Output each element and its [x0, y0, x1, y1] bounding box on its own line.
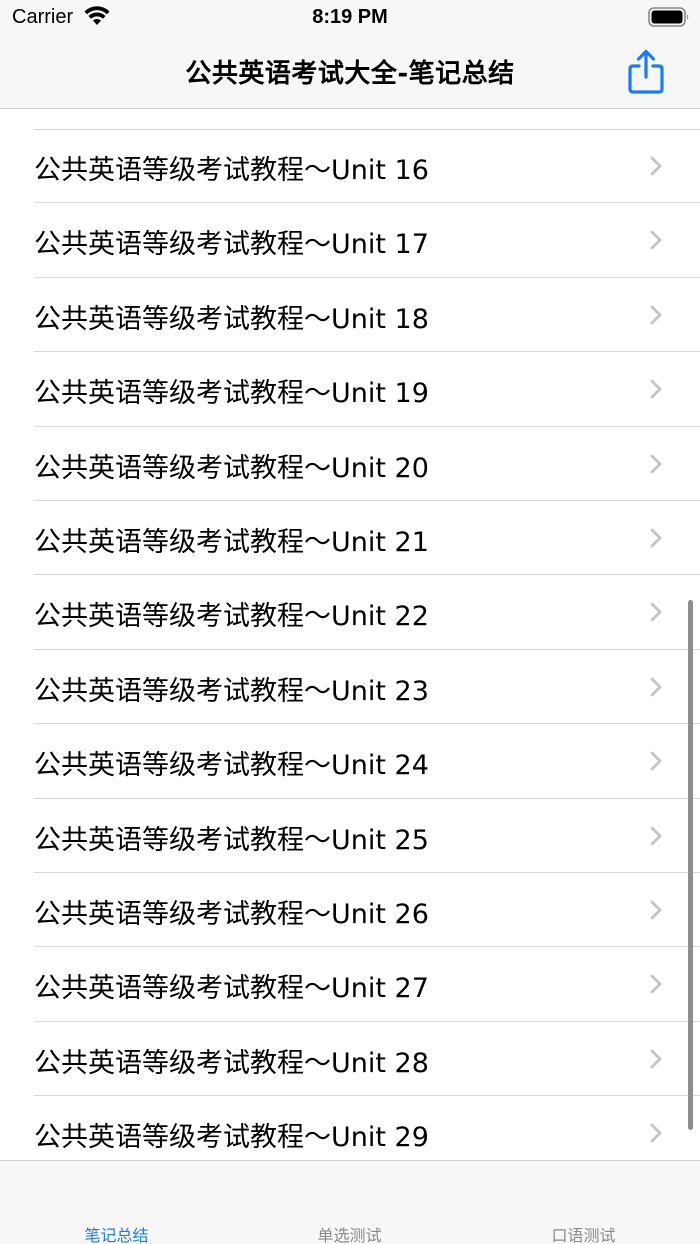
list-item-label: 公共英语等级考试教程～Unit 20 [34, 452, 429, 484]
list-item[interactable]: 公共英语等级考试教程～Unit 26 [0, 873, 700, 948]
chevron-right-icon [650, 454, 662, 473]
chevron-right-icon [650, 974, 662, 994]
share-icon [628, 49, 664, 94]
status-bar: Carrier 8:19 PM [0, 0, 700, 40]
chevron-right-icon [650, 900, 662, 920]
chevron-right-icon [650, 1049, 662, 1069]
navigation-bar: 公共英语考试大全-笔记总结 [0, 40, 700, 109]
notes-list[interactable]: 公共英语等级考试教程～Unit 16 公共英语等级考试教程～Unit 17 公共英语… [0, 110, 700, 1160]
list-item[interactable]: 公共英语等级考试教程～Unit 19 [0, 352, 700, 427]
list-item-label: 公共英语等级考试教程～Unit 25 [34, 824, 429, 856]
list-item[interactable]: 公共英语等级考试教程～Unit 29 [0, 1096, 700, 1160]
tab-item[interactable]: 口语测试 [467, 1161, 700, 1244]
tab-item[interactable]: 单选测试 [233, 1161, 466, 1244]
list-item[interactable]: 公共英语等级考试教程～Unit 25 [0, 799, 700, 873]
chevron-right-icon [650, 528, 662, 548]
chevron-right-icon [650, 230, 662, 250]
list-item-label: 公共英语等级考试教程～Unit 26 [34, 899, 429, 930]
tab-bar: 笔记总结 单选测试 口语测试 [0, 1160, 700, 1244]
scroll-indicator[interactable] [688, 600, 693, 1130]
list-item-label: 公共英语等级考试教程～Unit 22 [34, 601, 429, 633]
list-item-label: 公共英语等级考试教程～Unit 24 [34, 750, 429, 782]
share-button[interactable] [622, 46, 670, 98]
tab-label: 口语测试 [551, 1226, 616, 1244]
list-item[interactable]: 公共英语等级考试教程～Unit 16 [0, 129, 700, 204]
list-item[interactable]: 公共英语等级考试教程～Unit 24 [0, 724, 700, 799]
list-item-label: 公共英语等级考试教程～Unit 19 [34, 378, 429, 410]
chevron-right-icon [650, 602, 662, 622]
list-item-label: 公共英语等级考试教程～Unit 28 [34, 1047, 429, 1079]
list-item[interactable]: 公共英语等级考试教程～Unit 28 [0, 1022, 700, 1097]
chevron-right-icon [650, 677, 662, 697]
list-item-label: 公共英语等级考试教程～Unit 16 [34, 155, 429, 186]
status-time: 8:19 PM [312, 6, 388, 28]
battery-icon [648, 7, 689, 27]
tab-label: 笔记总结 [84, 1226, 149, 1244]
chevron-right-icon [650, 751, 662, 771]
list-item[interactable]: 公共英语等级考试教程～Unit 22 [0, 575, 700, 650]
page-title: 公共英语考试大全-笔记总结 [185, 59, 515, 89]
list-item-label: 公共英语等级考试教程～Unit 21 [34, 527, 429, 558]
list-item[interactable]: 公共英语等级考试教程～Unit 20 [0, 427, 700, 501]
list-item-label: 公共英语等级考试教程～Unit 27 [34, 973, 429, 1005]
tab-label: 单选测试 [317, 1226, 382, 1244]
chevron-right-icon [650, 826, 662, 845]
list-item-label: 公共英语等级考试教程～Unit 29 [34, 1122, 429, 1154]
list-item-label: 公共英语等级考试教程～Unit 18 [34, 303, 429, 335]
chevron-right-icon [650, 1123, 662, 1143]
app-screen: Carrier 8:19 PM 公共英语考试大全-笔记总结 公共英语等级考试教程… [0, 0, 700, 1244]
list-item[interactable]: 公共英语等级考试教程～Unit 23 [0, 650, 700, 725]
list-item-label: 公共英语等级考试教程～Unit 17 [34, 229, 429, 261]
list-item[interactable]: 公共英语等级考试教程～Unit 27 [0, 947, 700, 1022]
list-item[interactable]: 公共英语等级考试教程～Unit 18 [0, 278, 700, 353]
chevron-right-icon [650, 156, 662, 176]
list-item-label: 公共英语等级考试教程～Unit 23 [34, 675, 429, 707]
tab-item[interactable]: 笔记总结 [0, 1161, 233, 1244]
list-item[interactable]: 公共英语等级考试教程～Unit 21 [0, 501, 700, 576]
chevron-right-icon [650, 305, 662, 325]
chevron-right-icon [650, 379, 662, 399]
list-item[interactable]: 公共英语等级考试教程～Unit 17 [0, 203, 700, 278]
